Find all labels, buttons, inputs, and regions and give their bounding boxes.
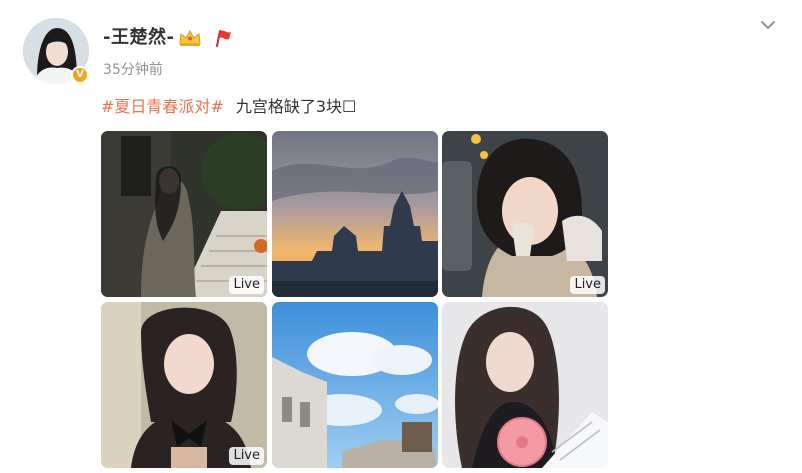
verified-badge: V: [71, 66, 89, 84]
live-badge: Live: [229, 447, 264, 465]
hashtag-link[interactable]: #夏日青春派对#: [101, 97, 224, 116]
photo-5[interactable]: [272, 302, 438, 468]
chevron-down-icon[interactable]: [759, 16, 777, 38]
red-flag-icon[interactable]: [213, 29, 233, 51]
live-badge: Live: [570, 276, 605, 294]
post-time[interactable]: 35分钟前: [103, 59, 163, 79]
live-badge: Live: [229, 276, 264, 294]
crown-icon[interactable]: [178, 29, 202, 51]
photo-4[interactable]: Live: [101, 302, 267, 468]
post-content: #夏日青春派对# 九宫格缺了3块☐: [101, 93, 356, 117]
photo-6[interactable]: [442, 302, 608, 468]
photo-3[interactable]: Live: [442, 131, 608, 297]
username[interactable]: -王楚然-: [103, 23, 174, 49]
photo-1[interactable]: Live: [101, 131, 267, 297]
photo-2[interactable]: [272, 131, 438, 297]
post-text: 九宫格缺了3块☐: [235, 97, 357, 116]
